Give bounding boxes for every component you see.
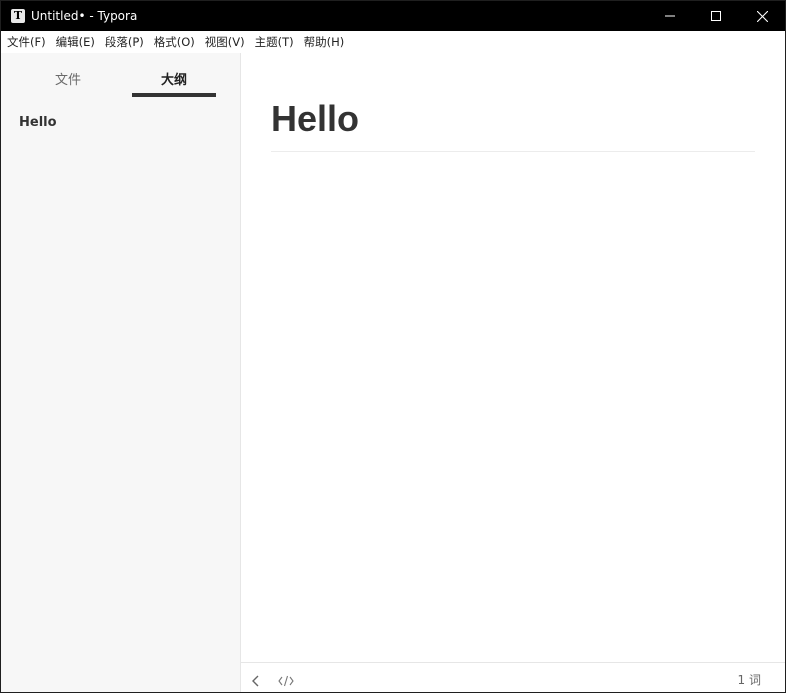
toggle-sidebar-button[interactable] [251, 672, 261, 691]
app-window: T Untitled• - Typora 文件(F) 编辑(E) 段落(P) 格… [0, 0, 786, 693]
menu-help[interactable]: 帮助(H) [304, 34, 345, 50]
minimize-button[interactable] [647, 1, 693, 31]
title-bar[interactable]: T Untitled• - Typora [1, 1, 785, 31]
outline-item[interactable]: Hello [19, 115, 57, 130]
close-button[interactable] [739, 1, 785, 31]
source-mode-button[interactable] [278, 672, 294, 691]
active-tab-indicator [132, 93, 216, 97]
maximize-button[interactable] [693, 1, 739, 31]
window-title: Untitled• - Typora [31, 9, 138, 23]
typora-app-icon: T [11, 9, 25, 23]
tab-outline[interactable]: 大纲 [132, 69, 216, 88]
code-icon [278, 675, 294, 687]
menu-paragraph[interactable]: 段落(P) [105, 34, 144, 50]
sidebar-tabs: 文件 大纲 [1, 53, 240, 97]
menu-format[interactable]: 格式(O) [154, 34, 195, 50]
menu-bar: 文件(F) 编辑(E) 段落(P) 格式(O) 视图(V) 主题(T) 帮助(H… [1, 31, 785, 53]
document-heading[interactable]: Hello [271, 97, 359, 141]
heading-divider [271, 151, 755, 152]
menu-file[interactable]: 文件(F) [7, 34, 46, 50]
menu-themes[interactable]: 主题(T) [255, 34, 294, 50]
status-bar: 1 词 [241, 662, 785, 692]
word-count[interactable]: 1 词 [738, 671, 761, 688]
minimize-icon [665, 15, 675, 17]
maximize-icon [711, 11, 721, 21]
chevron-left-icon [252, 675, 259, 687]
editor-area[interactable]: Hello [241, 53, 785, 662]
menu-view[interactable]: 视图(V) [205, 34, 245, 50]
tab-files[interactable]: 文件 [21, 69, 115, 88]
menu-edit[interactable]: 编辑(E) [56, 34, 95, 50]
window-controls [647, 1, 785, 31]
sidebar: 文件 大纲 Hello [1, 53, 241, 692]
close-icon [756, 10, 768, 22]
